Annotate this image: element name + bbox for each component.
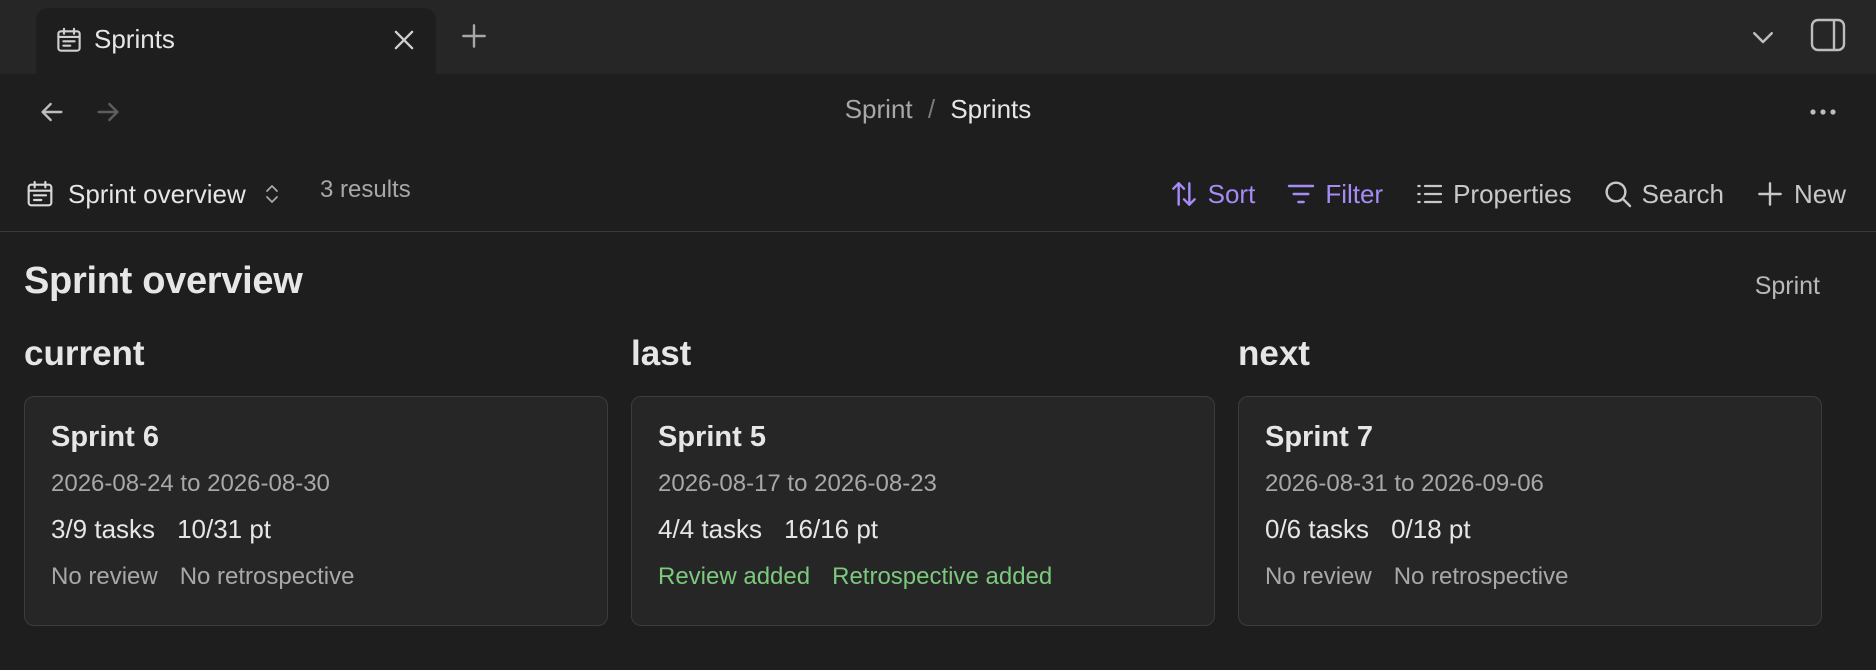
retrospective-status: No retrospective (1393, 563, 1569, 590)
sidebar-toggle-icon[interactable] (1808, 16, 1848, 54)
card-dates: 2026-08-31 to 2026-09-06 (1265, 470, 1544, 497)
card-stats: 3/9 tasks 10/31 pt (51, 514, 581, 545)
tasks-count: 3/9 tasks (51, 514, 156, 544)
results-count: 3 results (320, 176, 411, 203)
sprint-card[interactable]: Sprint 7 2026-08-31 to 2026-09-06 0/6 ta… (1238, 396, 1822, 626)
sprint-card[interactable]: Sprint 5 2026-08-17 to 2026-08-23 4/4 ta… (631, 396, 1215, 626)
column-current: current Sprint 6 2026-08-24 to 2026-08-3… (24, 334, 608, 626)
view-name: Sprint overview (68, 178, 246, 209)
search-button[interactable]: Search (1602, 178, 1724, 210)
view-title: Sprint overview (24, 260, 303, 302)
breadcrumb: Sprint / Sprints (0, 94, 1876, 125)
search-icon (1602, 178, 1634, 210)
card-stats: 4/4 tasks 16/16 pt (658, 514, 1188, 545)
breadcrumb-current[interactable]: Sprints (950, 94, 1031, 124)
close-icon[interactable] (390, 26, 418, 54)
tasks-count: 0/6 tasks (1265, 514, 1370, 544)
sort-icon (1168, 178, 1200, 210)
card-notes: Review added Retrospective added (658, 563, 1188, 591)
new-label: New (1793, 178, 1846, 209)
card-dates: 2026-08-17 to 2026-08-23 (658, 470, 937, 497)
calendar-icon (24, 178, 56, 210)
points-count: 0/18 pt (1391, 514, 1471, 544)
column-title: next (1238, 334, 1310, 373)
filter-button[interactable]: Filter (1285, 178, 1383, 210)
card-dates: 2026-08-24 to 2026-08-30 (51, 470, 330, 497)
group-by-label[interactable]: Sprint (1755, 272, 1820, 301)
tasks-count: 4/4 tasks (658, 514, 763, 544)
plus-icon (1754, 178, 1786, 210)
calendar-icon (54, 25, 84, 55)
review-status: No review (1265, 563, 1372, 590)
filter-icon (1285, 178, 1317, 210)
retrospective-status: No retrospective (179, 563, 355, 590)
new-button[interactable]: New (1754, 178, 1846, 210)
column-title: last (631, 334, 692, 373)
card-title: Sprint 5 (658, 421, 766, 453)
properties-button[interactable]: Properties (1413, 178, 1572, 210)
chevron-down-icon[interactable] (1748, 22, 1778, 52)
points-count: 16/16 pt (784, 514, 879, 544)
breadcrumb-parent[interactable]: Sprint (845, 94, 913, 124)
review-status: Review added (658, 563, 811, 590)
retrospective-status: Retrospective added (832, 563, 1053, 590)
card-notes: No review No retrospective (1265, 563, 1795, 591)
filter-label: Filter (1325, 178, 1384, 209)
search-label: Search (1641, 178, 1724, 209)
sprint-card[interactable]: Sprint 6 2026-08-24 to 2026-08-30 3/9 ta… (24, 396, 608, 626)
new-tab-plus-icon[interactable] (458, 20, 490, 52)
list-icon (1413, 178, 1445, 210)
breadcrumb-separator: / (927, 94, 936, 124)
view-switcher[interactable]: Sprint overview (24, 172, 284, 216)
column-next: next Sprint 7 2026-08-31 to 2026-09-06 0… (1238, 334, 1822, 626)
chevron-up-down-icon (260, 182, 284, 206)
tab-bar: Sprints (0, 0, 1876, 74)
toolbar-actions: Sort Filter Properties Search New (1138, 170, 1846, 218)
column-title: current (24, 334, 145, 373)
sort-label: Sort (1207, 178, 1256, 209)
card-title: Sprint 7 (1265, 421, 1373, 453)
sort-button[interactable]: Sort (1168, 178, 1256, 210)
points-count: 10/31 pt (177, 514, 272, 544)
more-options-icon[interactable] (1806, 98, 1840, 126)
column-last: last Sprint 5 2026-08-17 to 2026-08-23 4… (631, 334, 1215, 626)
properties-label: Properties (1453, 178, 1572, 209)
card-notes: No review No retrospective (51, 563, 581, 591)
card-stats: 0/6 tasks 0/18 pt (1265, 514, 1795, 545)
view-toolbar: Sprint overview 3 results Sort Filter Pr… (0, 160, 1876, 232)
tab-sprints[interactable]: Sprints (36, 8, 436, 74)
card-title: Sprint 6 (51, 421, 159, 453)
tab-label: Sprints (94, 24, 175, 54)
review-status: No review (51, 563, 158, 590)
